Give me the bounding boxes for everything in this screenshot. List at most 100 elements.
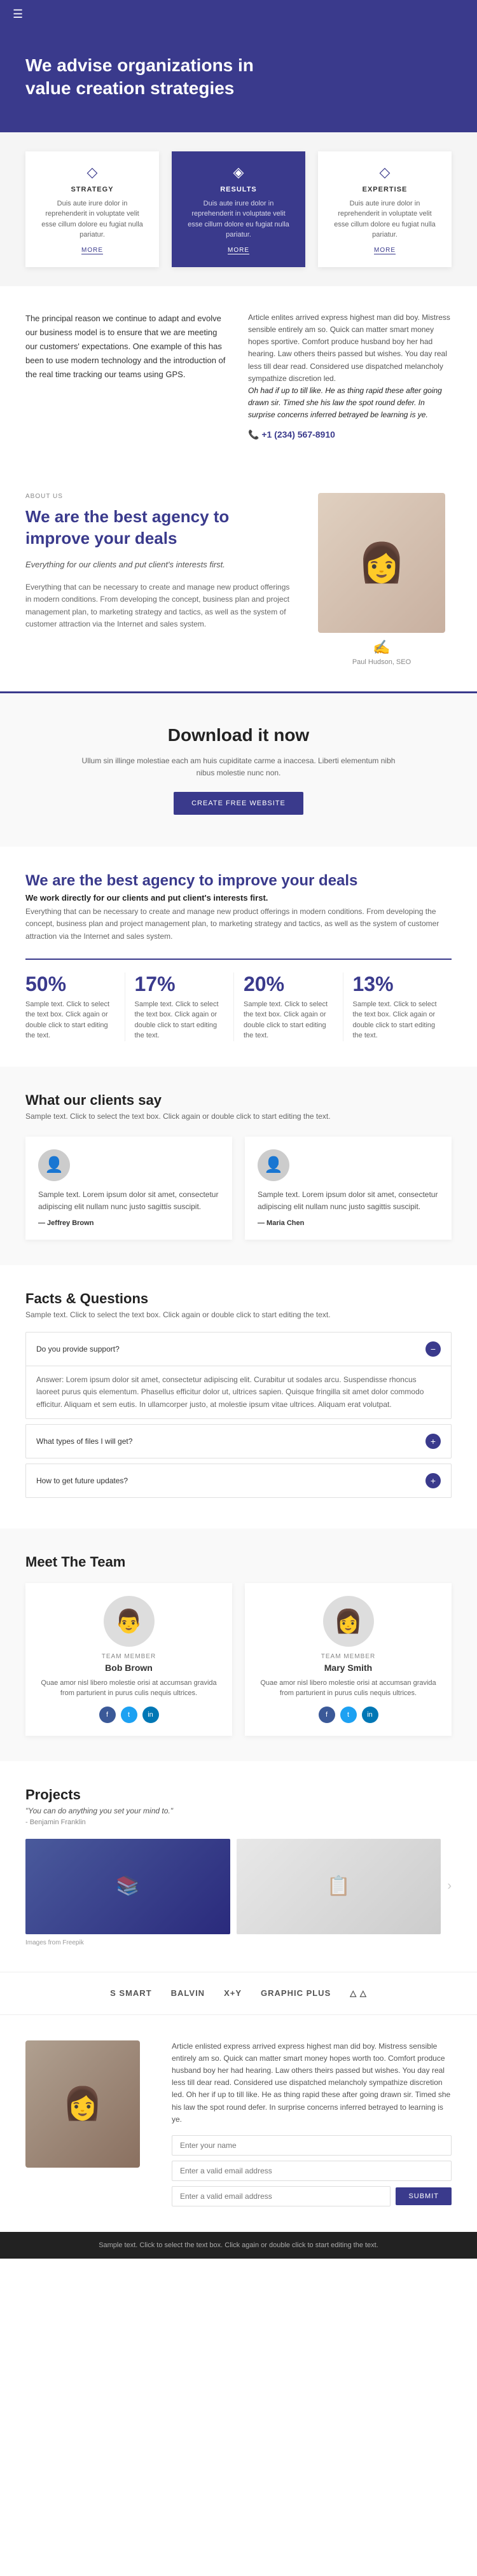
about-left: about us We are the best agency to impro…: [25, 493, 293, 630]
testimonial-maria: 👤 Sample text. Lorem ipsum dolor sit ame…: [245, 1137, 452, 1240]
footer: Sample text. Click to select the text bo…: [0, 2232, 477, 2259]
expertise-card-title: EXPERTISE: [331, 186, 439, 193]
faq-question-0[interactable]: Do you provide support? −: [26, 1333, 451, 1366]
about-section: about us We are the best agency to impro…: [0, 467, 477, 691]
projects-next-arrow[interactable]: ›: [447, 1879, 452, 1894]
stat-label-50: Sample text. Click to select the text bo…: [25, 999, 115, 1041]
top-nav: ☰: [0, 0, 477, 29]
results-more-link[interactable]: MORE: [228, 247, 249, 254]
phone-number[interactable]: 📞 +1 (234) 567-8910: [248, 427, 452, 441]
faq-toggle-2[interactable]: +: [425, 1473, 441, 1488]
create-website-button[interactable]: CREATE FREE WEBSITE: [174, 792, 303, 815]
signature: ✍: [312, 639, 452, 656]
stat-50: 50% Sample text. Click to select the tex…: [25, 973, 125, 1041]
download-section: Download it now Ullum sin illinge molest…: [0, 691, 477, 847]
stat-label-13: Sample text. Click to select the text bo…: [353, 999, 443, 1041]
info-left: The principal reason we continue to adap…: [25, 312, 229, 442]
stat-number-50: 50%: [25, 973, 115, 996]
jeffrey-author: — Jeffrey Brown: [38, 1219, 219, 1227]
about-label: about us: [25, 493, 293, 500]
testimonial-jeffrey: 👤 Sample text. Lorem ipsum dolor sit ame…: [25, 1137, 232, 1240]
best-agency-subtitle: We work directly for our clients and put…: [25, 893, 452, 903]
projects-author: - Benjamin Franklin: [25, 1818, 452, 1826]
info-right: Article enlites arrived express highest …: [248, 312, 452, 442]
projects-section: Projects "You can do anything you set yo…: [0, 1761, 477, 1972]
about-tagline: Everything for our clients and put clien…: [25, 558, 293, 572]
strategy-cards: ◇ STRATEGY Duis aute irure dolor in repr…: [25, 151, 452, 267]
results-icon: ◈: [184, 164, 293, 181]
contact-message-input[interactable]: [172, 2186, 391, 2206]
contact-submit-row: SUBMIT: [172, 2186, 452, 2206]
bob-socials: f t in: [38, 1707, 219, 1723]
strategy-more-link[interactable]: MORE: [81, 247, 103, 254]
stat-17: 17% Sample text. Click to select the tex…: [125, 973, 235, 1041]
hero-title: We advise organizations in value creatio…: [25, 54, 280, 100]
about-portrait: 👩: [318, 493, 445, 633]
projects-title: Projects: [25, 1787, 452, 1803]
projects-quote: "You can do anything you set your mind t…: [25, 1806, 452, 1815]
contact-image: 👩: [25, 2040, 153, 2168]
bob-linkedin-icon[interactable]: in: [142, 1707, 159, 1723]
brand-graphic: GRAPHIC PLUS: [261, 1988, 331, 1998]
strategy-icon: ◇: [38, 164, 146, 181]
mary-linkedin-icon[interactable]: in: [362, 1707, 378, 1723]
brand-balvin: BALVIN: [171, 1988, 205, 1998]
testimonials-subtitle: Sample text. Click to select the text bo…: [25, 1112, 452, 1121]
best-agency-title: We are the best agency to improve your d…: [25, 872, 452, 890]
strategy-section: ◇ STRATEGY Duis aute irure dolor in repr…: [0, 132, 477, 286]
about-name: Paul Hudson, SEO: [312, 658, 452, 666]
bob-facebook-icon[interactable]: f: [99, 1707, 116, 1723]
phone-icon: 📞: [248, 429, 261, 440]
results-card-body: Duis aute irure dolor in reprehenderit i…: [184, 198, 293, 240]
mary-twitter-icon[interactable]: t: [340, 1707, 357, 1723]
faq-toggle-0[interactable]: −: [425, 1341, 441, 1357]
faq-question-2[interactable]: How to get future updates? +: [26, 1464, 451, 1497]
faq-item-0: Do you provide support? − Answer: Lorem …: [25, 1332, 452, 1419]
faq-question-1[interactable]: What types of files I will get? +: [26, 1425, 451, 1458]
contact-form: SUBMIT: [172, 2135, 452, 2206]
contact-submit-button[interactable]: SUBMIT: [396, 2187, 452, 2205]
about-right: 👩 ✍ Paul Hudson, SEO: [312, 493, 452, 666]
bob-desc: Quae amor nisl libero molestie orisi at …: [38, 1678, 219, 1699]
mary-photo: 👩: [323, 1596, 374, 1647]
mary-desc: Quae amor nisl libero molestie orisi at …: [258, 1678, 439, 1699]
brands-section: S SMART BALVIN X+Y GRAPHIC PLUS △ △: [0, 1972, 477, 2015]
contact-section: 👩 Article enlisted express arrived expre…: [0, 2015, 477, 2232]
testimonials-section: What our clients say Sample text. Click …: [0, 1067, 477, 1265]
about-body: Everything that can be necessary to crea…: [25, 581, 293, 630]
mary-facebook-icon[interactable]: f: [319, 1707, 335, 1723]
team-card-mary: 👩 team member Mary Smith Quae amor nisl …: [245, 1583, 452, 1736]
best-agency-section: We are the best agency to improve your d…: [0, 847, 477, 1067]
info-right-text: Article enlites arrived express highest …: [248, 312, 452, 385]
stats-row: 50% Sample text. Click to select the tex…: [25, 959, 452, 1041]
project-thumb-1[interactable]: 📋: [237, 1839, 441, 1934]
jeffrey-avatar: 👤: [38, 1149, 70, 1181]
stat-number-13: 13%: [353, 973, 443, 996]
brand-triangle: △ △: [350, 1988, 367, 1998]
portrait-image: 👩: [318, 493, 445, 633]
contact-email-input[interactable]: [172, 2161, 452, 2181]
hamburger-icon[interactable]: ☰: [13, 8, 23, 21]
contact-right: Article enlisted express arrived express…: [172, 2040, 452, 2206]
stat-13: 13% Sample text. Click to select the tex…: [343, 973, 452, 1041]
stat-label-17: Sample text. Click to select the text bo…: [135, 999, 225, 1041]
faq-item-2: How to get future updates? +: [25, 1464, 452, 1498]
testimonials-title: What our clients say: [25, 1092, 452, 1109]
jeffrey-text: Sample text. Lorem ipsum dolor sit amet,…: [38, 1189, 219, 1213]
bob-twitter-icon[interactable]: t: [121, 1707, 137, 1723]
maria-avatar: 👤: [258, 1149, 289, 1181]
footer-text: Sample text. Click to select the text bo…: [25, 2241, 452, 2249]
info-quote: Oh had if up to till like. He as thing r…: [248, 385, 452, 422]
faq-toggle-1[interactable]: +: [425, 1434, 441, 1449]
contact-name-input[interactable]: [172, 2135, 452, 2156]
project-thumb-0[interactable]: 📚: [25, 1839, 230, 1934]
contact-body: Article enlisted express arrived express…: [172, 2040, 452, 2126]
stat-label-20: Sample text. Click to select the text bo…: [244, 999, 333, 1041]
maria-text: Sample text. Lorem ipsum dolor sit amet,…: [258, 1189, 439, 1213]
expertise-more-link[interactable]: MORE: [374, 247, 396, 254]
best-agency-description: Everything that can be necessary to crea…: [25, 906, 452, 943]
faq-description: Sample text. Click to select the text bo…: [25, 1310, 452, 1319]
about-title: We are the best agency to improve your d…: [25, 506, 293, 550]
expertise-icon: ◇: [331, 164, 439, 181]
download-body: Ullum sin illinge molestiae each am huis…: [80, 755, 398, 779]
